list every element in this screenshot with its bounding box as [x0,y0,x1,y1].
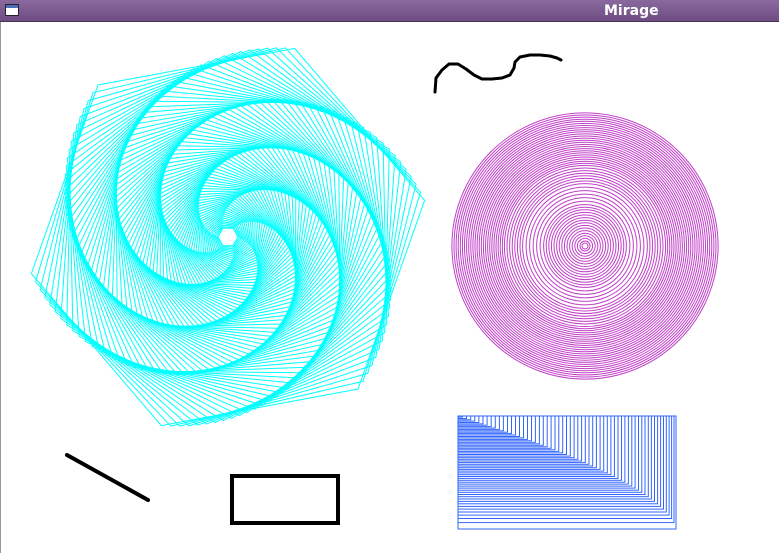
hexagon-ring [66,57,390,417]
hexagon-ring [217,227,239,247]
circle-ring [563,224,607,268]
circle-ring [516,177,654,315]
circle-ring [543,204,627,288]
hexagon-ring [30,47,426,427]
circle-ring [506,167,664,325]
drawing-surface [30,47,719,530]
hexagon-ring [111,105,345,369]
hexagon-ring [86,98,370,376]
freehand-squiggle [433,53,563,94]
nested-rect [457,415,463,418]
circle-ring [482,143,688,349]
circle-ring [474,135,696,357]
circle-ring [511,172,659,320]
circle-ring [509,170,661,322]
circle-ring [522,183,648,309]
circle-ring [503,164,667,328]
hexagon-ring [34,47,422,427]
circle-ring [514,175,656,317]
circle-ring [545,206,625,286]
circle-ring [569,230,601,262]
hexagon-ring [159,158,297,316]
circle-ring [461,122,709,370]
hexagon-ring [69,95,387,379]
circle-ring [455,116,715,376]
hexagon-ring [44,47,412,427]
diagonal-line [65,453,150,502]
circle-ring [489,150,681,342]
spiral-hexagon [30,47,426,427]
hexagon-ring [64,76,392,398]
app-window: Mirage [0,0,779,553]
circle-ring [571,232,599,260]
circle-ring [553,214,617,278]
circle-ring [556,217,614,275]
circle-ring [501,162,669,330]
hexagon-ring [64,71,392,403]
circle-ring [478,139,692,353]
outlined-rectangle [230,474,340,525]
concentric-circles [451,112,719,380]
circle-ring [485,146,685,346]
nested-rectangles [457,415,677,530]
hexagon-ring [116,129,340,345]
circle-ring [468,129,702,363]
circle-ring [453,114,717,378]
circle-ring [470,131,700,361]
hexagon-ring [170,185,286,289]
circle-ring [493,154,677,338]
circle-ring [581,242,589,250]
hexagon-ring [216,226,240,248]
hexagon-ring [160,160,296,314]
circle-ring [497,158,673,334]
circle-ring [519,180,651,312]
circle-ring [561,222,609,270]
nested-rect [457,415,472,421]
circle-ring [487,148,683,344]
